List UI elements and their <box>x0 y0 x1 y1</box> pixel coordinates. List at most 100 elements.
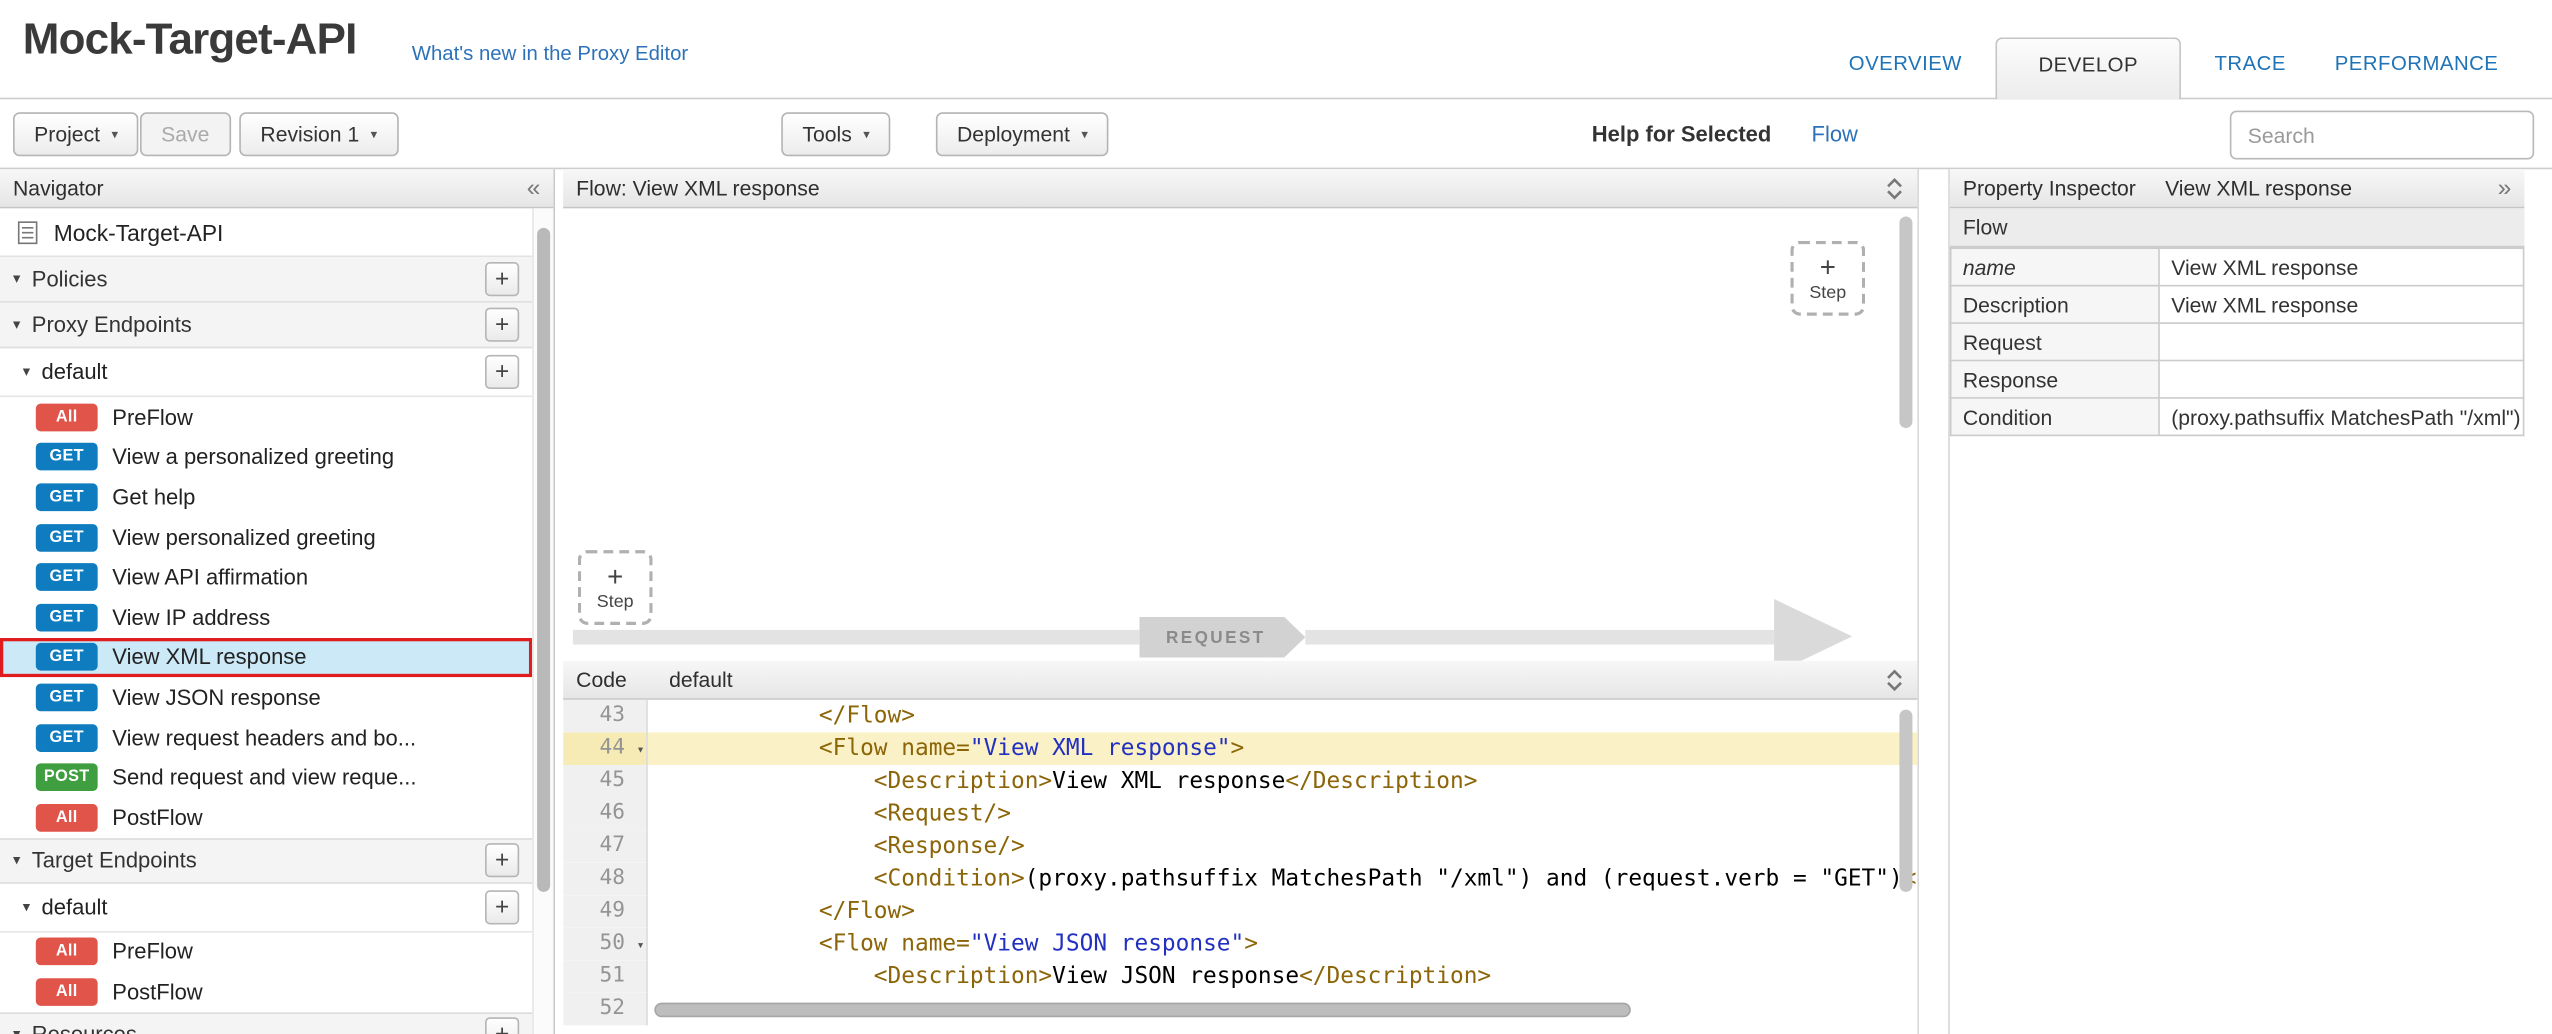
line-number: 44▾ <box>563 732 648 765</box>
flow-item-postflow[interactable]: All PostFlow <box>0 797 532 837</box>
project-menu-button[interactable]: Project ▾ <box>13 112 139 156</box>
table-row: Response <box>1951 361 2524 398</box>
caret-down-icon: ▾ <box>111 127 118 142</box>
search-input[interactable] <box>2230 111 2534 160</box>
plus-icon: + <box>607 563 623 591</box>
navigator-scrollbar-track[interactable] <box>532 208 553 1034</box>
collapse-left-icon[interactable]: « <box>527 176 541 200</box>
help-selected-flow-link[interactable]: Flow <box>1812 122 1858 146</box>
fold-icon[interactable]: ▾ <box>637 929 645 960</box>
property-value-request[interactable] <box>2159 323 2524 360</box>
property-label: Request <box>1951 323 2159 360</box>
target-flow-item-postflow[interactable]: All PostFlow <box>0 972 532 1012</box>
tab-overview[interactable]: OVERVIEW <box>1824 52 1986 99</box>
code-line[interactable]: 48 <Condition>(proxy.pathsuffix MatchesP… <box>563 863 1917 896</box>
table-row: Description View XML response <box>1951 286 2524 323</box>
add-policy-button[interactable]: + <box>485 262 519 296</box>
property-inspector-subtitle: View XML response <box>2165 176 2352 200</box>
bundle-name: Mock-Target-API <box>54 219 224 245</box>
add-flow-button[interactable]: + <box>485 355 519 389</box>
table-row: Request <box>1951 323 2524 360</box>
method-badge: POST <box>36 764 98 792</box>
code-line-active[interactable]: 44▾ <Flow name="View XML response"> <box>563 732 1917 765</box>
section-proxy-endpoints[interactable]: ▾ Proxy Endpoints + <box>0 303 532 349</box>
flow-diagram-canvas[interactable]: + Step REQUEST RESPONSE + Step <box>563 210 1917 661</box>
flow-panel-header: Flow: View XML response <box>563 169 1917 208</box>
flow-canvas-scrollbar-thumb[interactable] <box>1899 216 1912 428</box>
flow-item-selected[interactable]: GET View XML response <box>0 637 532 677</box>
whats-new-link[interactable]: What's new in the Proxy Editor <box>412 42 688 65</box>
property-value-description[interactable]: View XML response <box>2159 286 2524 323</box>
flow-item[interactable]: GET View JSON response <box>0 677 532 717</box>
expand-panel-icon[interactable] <box>1885 668 1905 691</box>
collapse-panel-icon[interactable] <box>1885 177 1905 200</box>
add-target-flow-button[interactable]: + <box>485 890 519 924</box>
tree-collapse-icon: ▾ <box>13 270 20 288</box>
tab-trace[interactable]: TRACE <box>2190 52 2310 99</box>
property-value-response[interactable] <box>2159 361 2524 398</box>
tree-collapse-icon: ▾ <box>13 851 20 869</box>
method-badge: All <box>36 938 98 966</box>
target-endpoint-default[interactable]: ▾ default + <box>0 883 532 932</box>
property-label: Condition <box>1951 398 2159 435</box>
request-ribbon: REQUEST <box>1139 617 1305 658</box>
flow-item[interactable]: GET View a personalized greeting <box>0 437 532 477</box>
flow-panel-title: Flow: View XML response <box>576 176 819 200</box>
property-inspector-panel: Property Inspector View XML response » F… <box>1948 169 2524 1034</box>
property-value-name[interactable]: View XML response <box>2159 248 2524 285</box>
property-value-condition[interactable]: (proxy.pathsuffix MatchesPath "/xml") an… <box>2159 398 2524 435</box>
code-line[interactable]: 47 <Response/> <box>563 830 1917 863</box>
code-horizontal-scrollbar-thumb[interactable] <box>654 1002 1631 1017</box>
method-badge: GET <box>36 724 98 752</box>
section-target-endpoints[interactable]: ▾ Target Endpoints + <box>0 837 532 883</box>
flow-item[interactable]: GET View request headers and bo... <box>0 717 532 757</box>
code-line[interactable]: 49 </Flow> <box>563 895 1917 928</box>
add-resource-button[interactable]: + <box>485 1018 519 1034</box>
plus-icon: + <box>1820 254 1836 282</box>
tab-develop[interactable]: DEVELOP <box>1996 37 2180 99</box>
method-badge: All <box>36 804 98 832</box>
line-number: 43 <box>563 700 648 733</box>
tree-collapse-icon: ▾ <box>13 316 20 334</box>
flow-item-preflow[interactable]: All PreFlow <box>0 397 532 437</box>
flow-item[interactable]: GET View IP address <box>0 597 532 637</box>
code-vertical-scrollbar-thumb[interactable] <box>1899 710 1912 892</box>
add-step-button-request[interactable]: + Step <box>1790 241 1865 316</box>
property-inspector-title: Property Inspector <box>1963 176 2136 200</box>
property-label: Description <box>1951 286 2159 323</box>
inspector-section-flow: Flow <box>1950 208 2525 247</box>
code-line[interactable]: 50▾ <Flow name="View JSON response"> <box>563 928 1917 961</box>
revision-menu-button[interactable]: Revision 1 ▾ <box>239 112 398 156</box>
method-badge: GET <box>36 643 98 671</box>
flow-item[interactable]: GET View API affirmation <box>0 557 532 597</box>
flow-item[interactable]: GET View personalized greeting <box>0 517 532 557</box>
code-line[interactable]: 43 </Flow> <box>563 700 1917 733</box>
add-step-button-response[interactable]: + Step <box>578 550 653 625</box>
code-editor[interactable]: 43 </Flow> 44▾ <Flow name="View XML resp… <box>563 700 1917 1034</box>
line-number: 45 <box>563 765 648 798</box>
line-number: 48 <box>563 863 648 896</box>
code-panel-header: Code default <box>563 661 1917 700</box>
code-line[interactable]: 51 <Description>View JSON response</Desc… <box>563 960 1917 993</box>
flow-item[interactable]: GET Get help <box>0 477 532 517</box>
navigator-scrollbar-thumb[interactable] <box>537 228 550 892</box>
target-flow-item-preflow[interactable]: All PreFlow <box>0 932 532 972</box>
add-target-endpoint-button[interactable]: + <box>485 843 519 877</box>
flow-item[interactable]: POST Send request and view reque... <box>0 757 532 797</box>
bundle-root-item[interactable]: Mock-Target-API <box>0 208 532 257</box>
collapse-right-icon[interactable]: » <box>2498 176 2512 200</box>
tab-performance[interactable]: PERFORMANCE <box>2310 52 2522 99</box>
proxy-endpoint-default[interactable]: ▾ default + <box>0 348 532 397</box>
fold-icon[interactable]: ▾ <box>637 734 645 765</box>
deployment-menu-button[interactable]: Deployment ▾ <box>936 112 1109 156</box>
code-line[interactable]: 45 <Description>View XML response</Descr… <box>563 765 1917 798</box>
add-proxy-endpoint-button[interactable]: + <box>485 308 519 342</box>
tree-collapse-icon: ▾ <box>13 1026 20 1034</box>
method-badge: GET <box>36 523 98 551</box>
code-line[interactable]: 46 <Request/> <box>563 798 1917 831</box>
method-badge: GET <box>36 563 98 591</box>
save-button[interactable]: Save <box>140 112 231 156</box>
section-resources-clipped[interactable]: ▾ Resources + <box>0 1012 532 1034</box>
tools-menu-button[interactable]: Tools ▾ <box>781 112 891 156</box>
section-policies[interactable]: ▾ Policies + <box>0 257 532 303</box>
